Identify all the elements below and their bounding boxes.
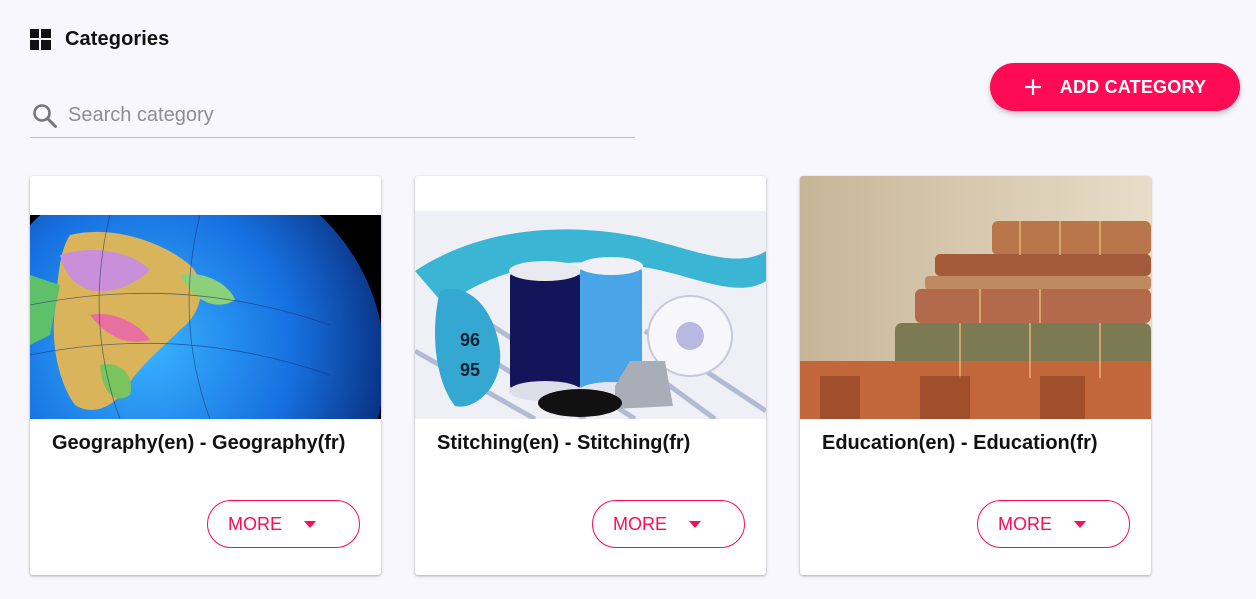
more-button[interactable]: MORE xyxy=(977,500,1130,548)
caret-down-icon xyxy=(689,520,701,528)
category-card-stitching: 96 95 Stitching(en) - Stitching(fr) MORE xyxy=(415,176,766,575)
search-input[interactable] xyxy=(68,104,608,127)
categories-page: Categories ADD CATEGORY xyxy=(0,0,1256,599)
card-title: Stitching(en) - Stitching(fr) xyxy=(437,432,691,454)
svg-text:95: 95 xyxy=(460,360,480,380)
plus-icon xyxy=(1024,79,1041,95)
card-title: Education(en) - Education(fr) xyxy=(822,432,1098,454)
page-header: Categories xyxy=(30,28,169,51)
card-title: Geography(en) - Geography(fr) xyxy=(52,432,346,454)
search-bar xyxy=(30,94,635,138)
more-label: MORE xyxy=(613,513,667,534)
page-title: Categories xyxy=(65,28,170,50)
search-icon xyxy=(33,103,57,128)
thread-spools-image: 96 95 xyxy=(415,211,766,419)
dashboard-grid-icon xyxy=(30,29,51,50)
category-card-education: Education(en) - Education(fr) MORE xyxy=(800,176,1151,575)
add-category-button[interactable]: ADD CATEGORY xyxy=(990,63,1240,111)
caret-down-icon xyxy=(304,520,316,528)
caret-down-icon xyxy=(1074,520,1086,528)
more-button[interactable]: MORE xyxy=(207,500,360,548)
globe-image xyxy=(30,215,381,419)
more-button[interactable]: MORE xyxy=(592,500,745,548)
add-category-label: ADD CATEGORY xyxy=(1059,76,1207,97)
old-books-image xyxy=(800,176,1151,419)
svg-text:96: 96 xyxy=(460,330,480,350)
more-label: MORE xyxy=(998,513,1052,534)
more-label: MORE xyxy=(228,513,282,534)
category-card-geography: Geography(en) - Geography(fr) MORE xyxy=(30,176,381,575)
